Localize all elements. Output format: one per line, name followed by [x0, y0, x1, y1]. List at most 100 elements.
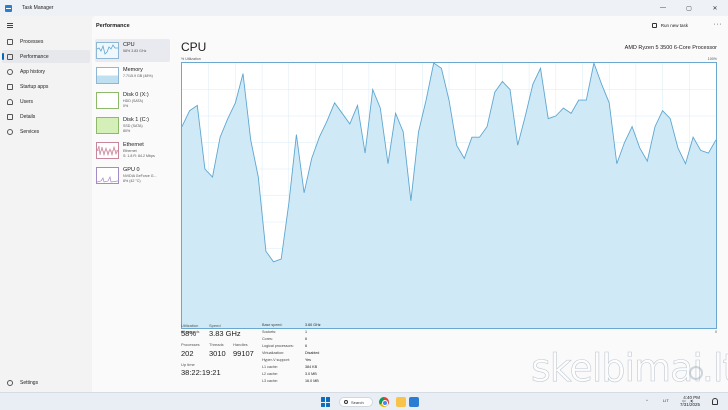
resource-detail: 80%	[123, 129, 131, 133]
resource-title: CPU	[123, 42, 135, 48]
run-task-icon	[651, 23, 657, 28]
task-manager-taskbar-icon[interactable]	[409, 397, 419, 407]
resource-detail: 58% 3.83 GHz	[123, 49, 147, 53]
sidebar-item-processes[interactable]: Processes	[2, 35, 90, 48]
startup-icon	[7, 83, 13, 90]
sidebar-item-label: Performance	[20, 53, 49, 60]
spec-value: Disabled	[305, 351, 320, 355]
sidebar-item-performance[interactable]: Performance	[2, 50, 90, 63]
sidebar-item-startup-apps[interactable]: Startup apps	[2, 80, 90, 93]
cpu-history-chart	[182, 63, 716, 328]
taskbar-search[interactable]: Search	[339, 397, 373, 407]
chrome-taskbar-icon[interactable]	[379, 397, 389, 407]
notification-bell-icon[interactable]	[712, 398, 718, 405]
gpu-0-thumbnail	[96, 167, 119, 184]
spec-value: 1	[305, 330, 308, 334]
hamburger-menu-icon[interactable]	[7, 23, 13, 28]
list-icon	[7, 113, 13, 120]
resource-detail: S: 1.8 R: 84.2 Mbps	[123, 154, 155, 158]
sidebar-item-users[interactable]: Users	[2, 95, 90, 108]
ethernet-thumbnail-graph	[96, 145, 119, 157]
spec-label: L2 cache:	[262, 372, 278, 376]
file-explorer-taskbar-icon[interactable]	[396, 397, 406, 407]
resource-disk-0[interactable]: Disk 0 (X:) HDD (SATA) 0%	[95, 89, 170, 112]
axis-max: 100%	[707, 57, 717, 61]
input-language[interactable]: LIT	[663, 398, 669, 403]
sidebar-item-services[interactable]: Services	[2, 125, 90, 138]
resource-title: Disk 1 (C:)	[123, 117, 149, 123]
run-new-task-label: Run new task	[660, 23, 688, 28]
axis-min: 0	[715, 330, 717, 334]
cpu-heading: CPU	[181, 40, 207, 54]
sidebar-item-label: Users	[20, 98, 34, 105]
resource-detail: NVIDIA GeForce G...	[123, 174, 157, 178]
memory-thumbnail	[96, 67, 119, 84]
processes-label: Processes	[181, 342, 200, 347]
disk-1-thumbnail	[96, 117, 119, 134]
spec-value: 3.60 GHz	[305, 323, 321, 327]
cpu-model: AMD Ryzen 5 3500 6-Core Processor	[624, 45, 717, 51]
resource-title: Memory	[123, 67, 143, 73]
users-icon	[7, 98, 13, 105]
utilization-label: Utilization	[181, 323, 199, 328]
main-panel: Performance Run new task ··· CPU 58% 3.8…	[92, 16, 728, 392]
sidebar-item-settings[interactable]: Settings	[2, 376, 90, 389]
sidebar-item-app-history[interactable]: App history	[2, 65, 90, 78]
resource-cpu[interactable]: CPU 58% 3.83 GHz	[95, 39, 170, 62]
spec-value: Yes	[305, 358, 312, 362]
sidebar-item-label: App history	[20, 68, 46, 75]
more-options-button[interactable]: ···	[714, 21, 723, 28]
sidebar-item-label: Processes	[20, 38, 44, 45]
ethernet-thumbnail	[96, 142, 119, 159]
spec-label: Hyper-V support:	[262, 358, 290, 362]
gpu-thumbnail-graph	[96, 175, 119, 183]
windows-logo-icon	[326, 397, 330, 402]
resource-title: GPU 0	[123, 167, 140, 173]
windows-logo-icon	[326, 402, 330, 407]
sidebar-item-label: Settings	[20, 379, 39, 386]
start-button[interactable]	[321, 397, 331, 407]
processes-value: 202	[181, 349, 194, 358]
cpu-thumbnail	[96, 42, 119, 59]
resource-detail: 7.7/15.9 GB (48%)	[123, 74, 153, 78]
cpu-thumbnail-graph	[96, 44, 118, 55]
close-button[interactable]: ✕	[702, 0, 728, 16]
minimize-button[interactable]: —	[650, 0, 676, 16]
page-title: Performance	[96, 23, 130, 29]
resource-disk-1[interactable]: Disk 1 (C:) SSD (SATA) 80%	[95, 114, 170, 137]
sidebar-item-details[interactable]: Details	[2, 110, 90, 123]
resource-memory[interactable]: Memory 7.7/15.9 GB (48%)	[95, 64, 170, 87]
task-manager-icon	[5, 4, 12, 12]
resource-detail: HDD (SATA)	[123, 99, 144, 103]
spec-label: Sockets:	[262, 330, 277, 334]
sidebar-item-label: Details	[20, 113, 36, 120]
resource-detail: 0%	[123, 104, 129, 108]
resource-detail: Ethernet	[123, 149, 137, 153]
spec-value: 16.0 MB	[305, 379, 319, 383]
sidebar-item-label: Services	[20, 128, 40, 135]
resource-gpu-0[interactable]: GPU 0 NVIDIA GeForce G... 8% (42 °C)	[95, 164, 170, 187]
windows-logo-icon	[321, 402, 325, 407]
run-new-task-button[interactable]: Run new task	[651, 23, 688, 28]
clock-time[interactable]: 4:40 PM	[683, 395, 700, 400]
history-icon	[7, 68, 13, 75]
spec-value: 6	[305, 344, 308, 348]
gear-icon	[7, 379, 13, 386]
speed-label: Speed	[209, 323, 221, 328]
grid-icon	[7, 38, 13, 45]
speed-value: 3.83 GHz	[209, 329, 241, 338]
maximize-button[interactable]: ▢	[676, 0, 702, 16]
spec-label: L3 cache:	[262, 379, 278, 383]
tray-chevron-icon[interactable]: ^	[646, 398, 648, 403]
threads-label: Threads	[209, 342, 224, 347]
clock-date[interactable]: 7/31/2025	[680, 402, 700, 407]
spec-label: Virtualization:	[262, 351, 285, 355]
threads-value: 3010	[209, 349, 226, 358]
resource-ethernet[interactable]: Ethernet Ethernet S: 1.8 R: 84.2 Mbps	[95, 139, 170, 162]
watermark-logo-icon	[689, 366, 703, 380]
windows-logo-icon	[321, 397, 325, 402]
resource-title: Ethernet	[123, 142, 144, 148]
search-icon	[344, 400, 348, 404]
title-bar: Task Manager — ▢ ✕	[0, 0, 728, 16]
disk-0-thumbnail	[96, 92, 119, 109]
